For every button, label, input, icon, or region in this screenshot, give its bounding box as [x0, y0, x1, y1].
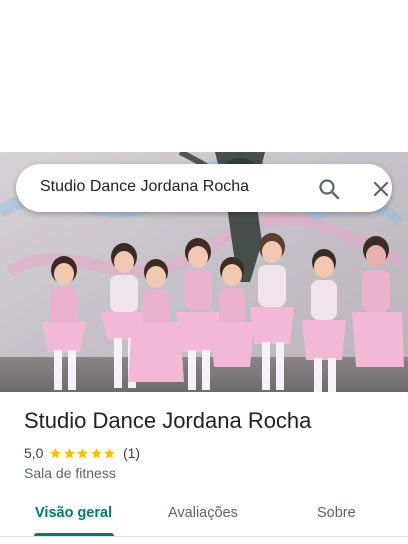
close-icon [373, 181, 389, 197]
place-tabs: Visão geral Avaliações Sobre [0, 494, 408, 536]
star-icon [91, 447, 102, 458]
search-button[interactable] [316, 176, 342, 202]
search-icon [319, 179, 340, 200]
star-icon [64, 447, 75, 458]
place-category[interactable]: Sala de fitness [24, 465, 116, 481]
star-icon [104, 447, 116, 458]
tab-overview[interactable]: Visão geral [35, 505, 112, 521]
tab-reviews[interactable]: Avaliações [168, 505, 238, 521]
rating-row[interactable]: 5,0 (1) [24, 444, 140, 462]
map-blank-area [0, 0, 408, 152]
place-title: Studio Dance Jordana Rocha [24, 408, 312, 433]
star-icon [50, 447, 62, 458]
review-count[interactable]: (1) [123, 445, 140, 461]
clear-search-button[interactable] [368, 176, 394, 202]
rating-stars [49, 447, 117, 460]
search-bar[interactable]: Studio Dance Jordana Rocha [16, 164, 392, 212]
star-icon [77, 447, 89, 458]
rating-value: 5,0 [24, 445, 44, 461]
tab-about[interactable]: Sobre [317, 505, 356, 521]
search-query[interactable]: Studio Dance Jordana Rocha [40, 178, 249, 196]
tabs-divider [0, 536, 408, 537]
